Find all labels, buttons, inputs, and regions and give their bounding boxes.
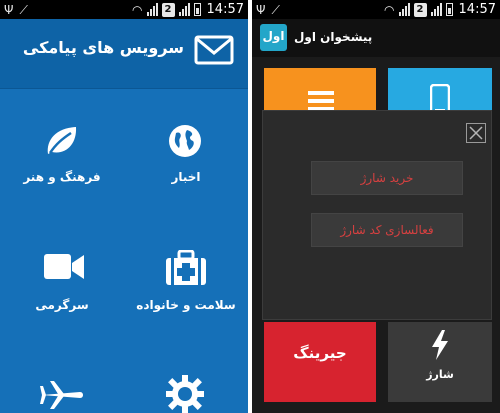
battery-icon xyxy=(445,3,453,16)
signal-2-icon xyxy=(178,3,190,16)
category-travel[interactable] xyxy=(0,372,124,413)
wifi-icon: ◠ xyxy=(384,2,395,17)
activate-charge-code-button[interactable]: فعالسازی کد شارژ xyxy=(311,213,463,247)
usb-icon: Ψ xyxy=(4,3,14,17)
gear-icon xyxy=(166,375,204,413)
airplane-icon xyxy=(40,381,83,409)
category-health[interactable]: سلامت و خانواده xyxy=(124,248,248,318)
close-button[interactable] xyxy=(466,123,486,143)
logo-text: اول xyxy=(262,29,285,43)
status-time: 14:57 xyxy=(206,2,244,17)
status-bar: Ψ ⟋ ◠ 2 14:57 xyxy=(252,0,500,19)
category-label: اخبار xyxy=(171,170,201,184)
app-header: سرویس های پیامکی xyxy=(0,19,248,89)
close-icon xyxy=(469,126,483,140)
category-entertainment[interactable]: سرگرمی xyxy=(0,248,124,318)
tile-charge[interactable]: شارژ xyxy=(388,322,492,402)
wifi-icon: ◠ xyxy=(132,2,143,17)
right-screenshot: Ψ ⟋ ◠ 2 14:57 اول پیشخوان اول جیرینگ شار… xyxy=(252,0,500,413)
buy-charge-button[interactable]: خرید شارژ xyxy=(311,161,463,195)
left-screenshot: Ψ ⟋ ◠ 2 14:57 سرویس های پیامکی اخبار فره… xyxy=(0,0,248,413)
lightning-icon xyxy=(432,330,448,360)
battery-icon xyxy=(193,3,201,16)
tile-jiring[interactable]: جیرینگ xyxy=(264,322,376,402)
app-title: پیشخوان اول xyxy=(294,30,373,44)
tile-label: شارژ xyxy=(426,368,454,381)
charge-dialog: خرید شارژ فعالسازی کد شارژ xyxy=(262,110,492,320)
video-camera-icon xyxy=(44,254,84,279)
category-label: سلامت و خانواده xyxy=(136,298,236,312)
sim-badge: 2 xyxy=(161,2,175,17)
list-icon xyxy=(308,91,334,111)
leaf-icon xyxy=(47,127,77,154)
notification-icon: ⟋ xyxy=(19,3,28,17)
status-bar: Ψ ⟋ ◠ 2 14:57 xyxy=(0,0,248,19)
signal-icon xyxy=(398,3,410,16)
envelope-icon xyxy=(194,35,234,65)
notification-icon: ⟋ xyxy=(271,3,280,17)
tile-label: جیرینگ xyxy=(293,344,347,362)
usb-icon: Ψ xyxy=(256,3,266,17)
sim-badge: 2 xyxy=(413,2,427,17)
signal-icon xyxy=(146,3,158,16)
category-culture[interactable]: فرهنگ و هنر xyxy=(0,120,124,190)
app-title: سرویس های پیامکی xyxy=(22,38,184,57)
globe-icon xyxy=(169,125,201,157)
category-settings[interactable] xyxy=(124,372,248,413)
category-label: فرهنگ و هنر xyxy=(23,170,101,184)
first-aid-kit-icon xyxy=(166,250,206,285)
signal-2-icon xyxy=(430,3,442,16)
app-bar: اول پیشخوان اول xyxy=(252,19,500,57)
status-time: 14:57 xyxy=(458,2,496,17)
app-logo[interactable]: اول xyxy=(260,24,287,51)
category-news[interactable]: اخبار xyxy=(124,120,248,190)
category-label: سرگرمی xyxy=(35,298,89,312)
